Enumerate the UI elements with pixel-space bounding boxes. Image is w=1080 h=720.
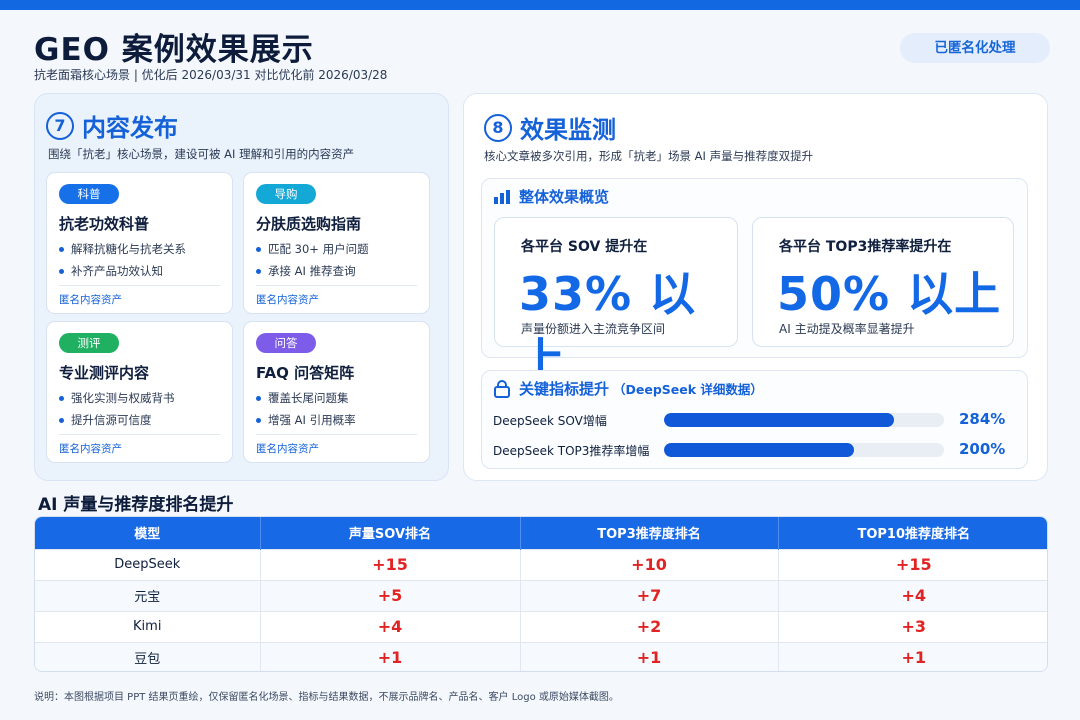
kpi-row-sov: DeepSeek SOV增幅 284% bbox=[493, 410, 1013, 430]
model-cell: DeepSeek bbox=[35, 548, 261, 580]
card-tag: 导购 bbox=[256, 184, 316, 204]
card-bullet: 提升信源可信度 bbox=[59, 412, 152, 428]
table-row: 元宝 +5 +7 +4 bbox=[35, 579, 1047, 611]
card-tag: 科普 bbox=[59, 184, 119, 204]
content-card-science: 科普 抗老功效科普 解释抗糖化与抗老关系 补齐产品功效认知 匿名内容资产 bbox=[46, 172, 233, 314]
card-asset-link[interactable]: 匿名内容资产 bbox=[59, 292, 122, 307]
top-accent-bar bbox=[0, 0, 1080, 10]
card-tag: 测评 bbox=[59, 333, 119, 353]
rank-delta-cell: +1 bbox=[778, 641, 1047, 671]
model-cell: 元宝 bbox=[35, 579, 261, 611]
card-title: FAQ 问答矩阵 bbox=[256, 364, 355, 382]
rank-delta-cell: +2 bbox=[520, 610, 779, 642]
effect-monitor-desc: 核心文章被多次引用，形成「抗老」场景 AI 声量与推荐度双提升 bbox=[484, 149, 814, 163]
card-tag: 问答 bbox=[256, 333, 316, 353]
card-bullet: 覆盖长尾问题集 bbox=[256, 390, 349, 406]
overview-heading: 整体效果概览 bbox=[493, 186, 609, 207]
content-card-faq: 问答 FAQ 问答矩阵 覆盖长尾问题集 增强 AI 引用概率 匿名内容资产 bbox=[243, 321, 430, 463]
content-publish-desc: 围绕「抗老」核心场景，建设可被 AI 理解和引用的内容资产 bbox=[48, 147, 355, 161]
page-title: GEO 案例效果展示 bbox=[34, 32, 314, 68]
rank-delta-cell: +15 bbox=[778, 548, 1047, 580]
kpi-label: DeepSeek TOP3推荐率增幅 bbox=[493, 444, 650, 458]
bar-chart-icon bbox=[494, 189, 510, 204]
table-row: 豆包 +1 +1 +1 bbox=[35, 641, 1047, 671]
rank-delta-cell: +4 bbox=[778, 579, 1047, 611]
content-card-guide: 导购 分肤质选购指南 匹配 30+ 用户问题 承接 AI 推荐查询 匿名内容资产 bbox=[243, 172, 430, 314]
card-title: 抗老功效科普 bbox=[59, 215, 150, 233]
card-bullet: 补齐产品功效认知 bbox=[59, 263, 163, 279]
rank-delta-cell: +7 bbox=[520, 579, 779, 611]
kpi-label: DeepSeek SOV增幅 bbox=[493, 414, 607, 428]
table-row: Kimi +4 +2 +3 bbox=[35, 610, 1047, 642]
stat-desc: 声量份额进入主流竞争区间 bbox=[521, 322, 666, 336]
kpi-heading: 关键指标提升 （DeepSeek 详细数据） bbox=[493, 378, 763, 399]
section-title-text: 效果监测 bbox=[520, 116, 616, 144]
kpi-progress-fill bbox=[664, 443, 855, 457]
page-subtitle: 抗老面霜核心场景 | 优化后 2026/03/31 对比优化前 2026/03/… bbox=[34, 68, 388, 82]
rank-delta-cell: +1 bbox=[260, 641, 521, 671]
lock-icon bbox=[494, 379, 510, 398]
card-bullet: 解释抗糖化与抗老关系 bbox=[59, 241, 186, 257]
stat-value: 50% 以上 bbox=[777, 267, 1002, 321]
rank-delta-cell: +4 bbox=[260, 610, 521, 642]
table-row: DeepSeek +15 +10 +15 bbox=[35, 548, 1047, 580]
card-bullet: 强化实测与权威背书 bbox=[59, 390, 175, 406]
stat-label: 各平台 TOP3推荐率提升在 bbox=[779, 239, 952, 255]
card-bullet: 增强 AI 引用概率 bbox=[256, 412, 356, 428]
stat-label: 各平台 SOV 提升在 bbox=[521, 239, 648, 255]
ranking-table: 模型 声量SOV排名 TOP3推荐度排名 TOP10推荐度排名 DeepSeek… bbox=[34, 516, 1048, 672]
kpi-progress-track bbox=[664, 413, 944, 427]
kpi-progress-track bbox=[664, 443, 944, 457]
effect-monitor-title: 8 效果监测 bbox=[484, 110, 616, 145]
stat-card-sov: 各平台 SOV 提升在 33% 以上 声量份额进入主流竞争区间 bbox=[494, 217, 738, 387]
ranking-table-title: AI 声量与推荐度排名提升 bbox=[38, 495, 234, 515]
kpi-progress-fill bbox=[664, 413, 894, 427]
card-asset-link[interactable]: 匿名内容资产 bbox=[256, 292, 319, 307]
card-title: 分肤质选购指南 bbox=[256, 215, 362, 233]
content-card-review: 测评 专业测评内容 强化实测与权威背书 提升信源可信度 匿名内容资产 bbox=[46, 321, 233, 463]
card-bullet: 承接 AI 推荐查询 bbox=[256, 263, 356, 279]
anonymized-badge: 已匿名化处理 bbox=[900, 33, 1050, 63]
kpi-value: 284% bbox=[959, 410, 1006, 428]
card-bullet: 匹配 30+ 用户问题 bbox=[256, 241, 369, 257]
column-header: 模型 bbox=[35, 517, 261, 549]
stat-desc: AI 主动提及概率显著提升 bbox=[779, 322, 915, 336]
column-header: 声量SOV排名 bbox=[260, 517, 521, 549]
stat-card-top3: 各平台 TOP3推荐率提升在 50% 以上 AI 主动提及概率显著提升 bbox=[752, 217, 1014, 347]
rank-delta-cell: +1 bbox=[520, 641, 779, 671]
section-title-text: 内容发布 bbox=[82, 114, 178, 142]
rank-delta-cell: +15 bbox=[260, 548, 521, 580]
column-header: TOP10推荐度排名 bbox=[778, 517, 1047, 549]
section-number-badge: 8 bbox=[484, 113, 512, 142]
column-header: TOP3推荐度排名 bbox=[520, 517, 779, 549]
card-asset-link[interactable]: 匿名内容资产 bbox=[59, 441, 122, 456]
model-cell: 豆包 bbox=[35, 641, 261, 671]
content-publish-title: 7 内容发布 bbox=[46, 108, 178, 143]
card-asset-link[interactable]: 匿名内容资产 bbox=[256, 441, 319, 456]
card-title: 专业测评内容 bbox=[59, 364, 150, 382]
footnote: 说明：本图根据项目 PPT 结果页重绘，仅保留匿名化场景、指标与结果数据，不展示… bbox=[34, 692, 619, 703]
table-header-row: 模型 声量SOV排名 TOP3推荐度排名 TOP10推荐度排名 bbox=[35, 517, 1047, 549]
rank-delta-cell: +10 bbox=[520, 548, 779, 580]
model-cell: Kimi bbox=[35, 610, 261, 642]
kpi-row-top3: DeepSeek TOP3推荐率增幅 200% bbox=[493, 440, 1013, 460]
rank-delta-cell: +3 bbox=[778, 610, 1047, 642]
kpi-value: 200% bbox=[959, 440, 1006, 458]
section-number-badge: 7 bbox=[46, 111, 74, 140]
rank-delta-cell: +5 bbox=[260, 579, 521, 611]
